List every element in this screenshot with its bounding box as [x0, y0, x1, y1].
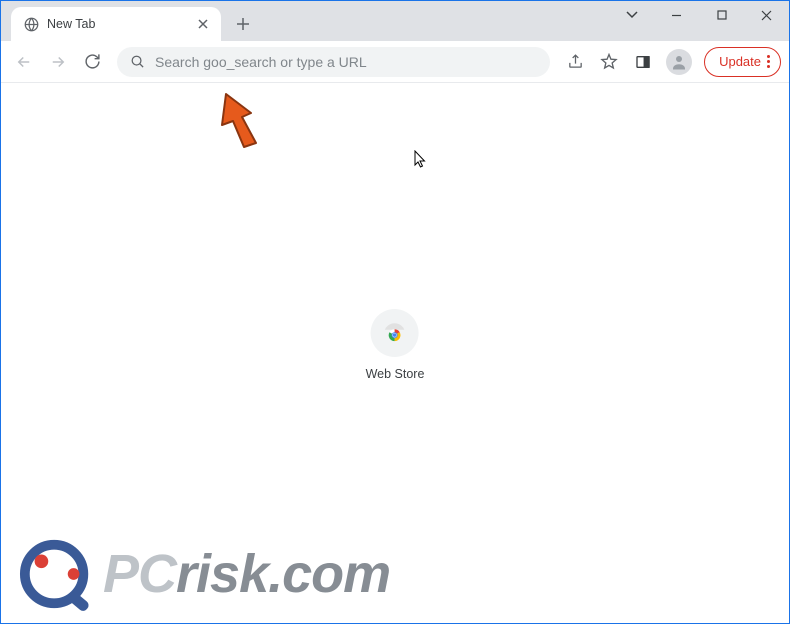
update-button[interactable]: Update [704, 47, 781, 77]
shortcuts-area: Web Store [366, 309, 425, 381]
forward-button[interactable] [43, 47, 73, 77]
browser-tab[interactable]: New Tab [11, 7, 221, 41]
reload-button[interactable] [77, 47, 107, 77]
update-label: Update [719, 54, 761, 69]
maximize-button[interactable] [699, 1, 744, 29]
webstore-shortcut[interactable] [371, 309, 419, 357]
new-tab-button[interactable] [229, 10, 257, 38]
close-tab-button[interactable] [195, 16, 211, 32]
bookmark-icon[interactable] [594, 47, 624, 77]
profile-avatar[interactable] [666, 49, 692, 75]
tab-strip: New Tab [1, 1, 789, 41]
menu-dots-icon [767, 55, 770, 68]
omnibox-input[interactable] [155, 54, 538, 70]
window-controls [609, 1, 789, 29]
page-content: Web Store PCrisk.com [1, 83, 789, 623]
tab-search-button[interactable] [609, 1, 654, 29]
side-panel-icon[interactable] [628, 47, 658, 77]
watermark-text: PCrisk.com [103, 543, 390, 605]
search-icon [129, 54, 145, 70]
window-close-button[interactable] [744, 1, 789, 29]
watermark: PCrisk.com [19, 535, 390, 613]
arrow-callout-icon [216, 91, 276, 151]
browser-toolbar: Update [1, 41, 789, 83]
back-button[interactable] [9, 47, 39, 77]
tab-title: New Tab [47, 17, 95, 31]
watermark-logo-icon [19, 535, 97, 613]
webstore-label: Web Store [366, 367, 425, 381]
globe-icon [23, 16, 39, 32]
share-icon[interactable] [560, 47, 590, 77]
chrome-store-icon [382, 320, 408, 346]
address-bar[interactable] [117, 47, 550, 77]
cursor-icon [414, 150, 428, 168]
minimize-button[interactable] [654, 1, 699, 29]
